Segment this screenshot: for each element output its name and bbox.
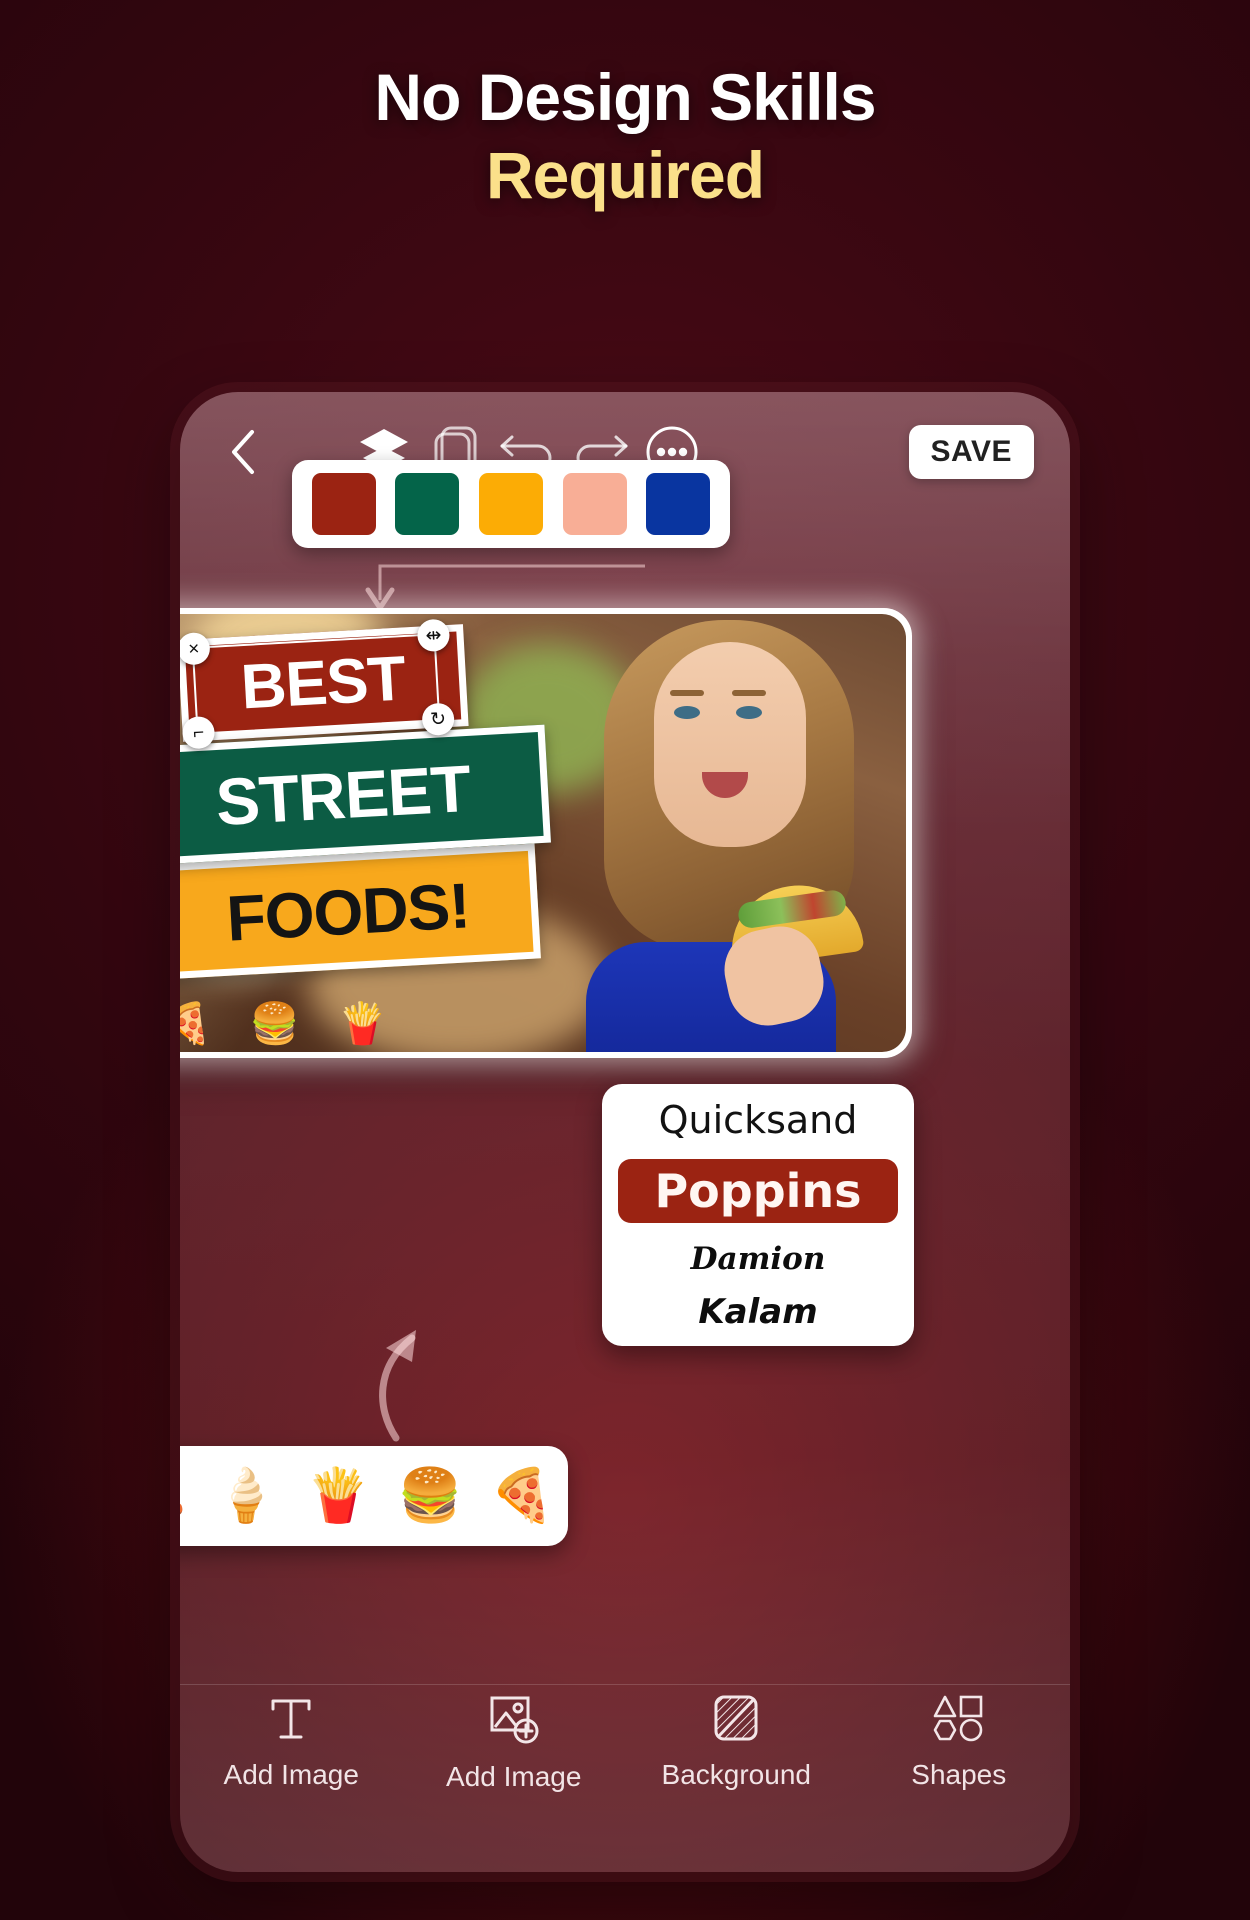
save-button[interactable]: SAVE bbox=[908, 425, 1034, 479]
canvas-pizza-sticker[interactable]: 🍕 bbox=[180, 1004, 212, 1044]
nav-label-shapes: Shapes bbox=[911, 1759, 1007, 1790]
nav-label-add-image: Add Image bbox=[446, 1761, 582, 1792]
text-tool-icon bbox=[271, 1699, 311, 1739]
canvas-burger-sticker[interactable]: 🍔 bbox=[250, 1004, 300, 1044]
canvas-mini-stickers: 🍕 🍔 🍟 bbox=[180, 1004, 387, 1044]
nav-item-add-image[interactable]: Add Image bbox=[429, 1693, 599, 1793]
nav-item-add-text[interactable]: Add Image bbox=[206, 1693, 376, 1791]
person-eye-left bbox=[674, 706, 700, 719]
nav-label-add-text: Add Image bbox=[223, 1759, 359, 1790]
font-option-kalam[interactable]: Kalam bbox=[618, 1292, 898, 1332]
nav-item-background[interactable]: Background bbox=[651, 1693, 821, 1791]
phone-mockup: SAVE BEST STREET FOODS! × ⇹ ⌐ ↻ 🍕 🍔 🍟 🍦 … bbox=[180, 392, 1070, 1872]
nav-label-background: Background bbox=[661, 1759, 811, 1790]
person-brow-left bbox=[670, 690, 704, 696]
color-palette[interactable] bbox=[292, 460, 730, 548]
color-swatch-forest-green[interactable] bbox=[395, 473, 460, 535]
background-icon bbox=[714, 1695, 758, 1741]
headline-line-2: Required bbox=[485, 138, 765, 213]
font-option-damion[interactable]: Damion bbox=[618, 1241, 898, 1277]
chevron-left-icon bbox=[232, 430, 254, 474]
person-cutout-sticker[interactable] bbox=[576, 614, 906, 1052]
banner-street[interactable]: STREET bbox=[180, 724, 551, 866]
burger-sticker[interactable]: 🍔 bbox=[398, 1470, 463, 1522]
fries-sticker[interactable]: 🍟 bbox=[306, 1470, 371, 1522]
person-eye-right bbox=[736, 706, 762, 719]
ice-cream-sticker[interactable]: 🍦 bbox=[214, 1470, 279, 1522]
canvas-artboard[interactable]: BEST STREET FOODS! × ⇹ ⌐ ↻ 🍕 🍔 🍟 bbox=[180, 608, 912, 1058]
add-image-icon bbox=[490, 1696, 539, 1744]
color-swatch-peach[interactable] bbox=[562, 473, 627, 535]
banner-foods[interactable]: FOODS! bbox=[180, 843, 541, 980]
selection-frame[interactable]: × ⇹ ⌐ ↻ bbox=[180, 618, 456, 750]
font-picker-panel[interactable]: Quicksand Poppins Damion Kalam bbox=[602, 1084, 914, 1346]
headline-line-1: No Design Skills bbox=[374, 60, 876, 134]
person-brow-right bbox=[732, 690, 766, 696]
hotdog-flame-sticker[interactable]: 🌭 bbox=[180, 1470, 186, 1522]
font-option-poppins[interactable]: Poppins bbox=[618, 1159, 898, 1224]
page-title: No Design Skills Required bbox=[0, 60, 1250, 219]
sticker-tray-pointer-arrow bbox=[379, 1330, 416, 1442]
back-button[interactable] bbox=[216, 425, 270, 479]
person-face bbox=[654, 642, 806, 847]
color-swatch-brick-red[interactable] bbox=[311, 473, 376, 535]
color-swatch-amber[interactable] bbox=[478, 473, 543, 535]
canvas-content: BEST STREET FOODS! × ⇹ ⌐ ↻ 🍕 🍔 🍟 bbox=[180, 614, 906, 1052]
banner-street-label: STREET bbox=[213, 750, 473, 840]
nav-item-shapes[interactable]: Shapes bbox=[874, 1693, 1044, 1791]
color-swatch-navy-blue[interactable] bbox=[646, 473, 711, 535]
canvas-fries-sticker[interactable]: 🍟 bbox=[338, 1004, 388, 1044]
shapes-icon bbox=[933, 1695, 983, 1742]
editor-bottom-nav: Add Image Add Image Background Shapes bbox=[180, 1684, 1070, 1824]
pizza-sticker[interactable]: 🍕 bbox=[490, 1470, 555, 1522]
font-option-quicksand[interactable]: Quicksand bbox=[618, 1098, 898, 1142]
sticker-tray[interactable]: 🌭 🍦 🍟 🍔 🍕 bbox=[180, 1446, 568, 1546]
banner-foods-label: FOODS! bbox=[224, 868, 472, 955]
